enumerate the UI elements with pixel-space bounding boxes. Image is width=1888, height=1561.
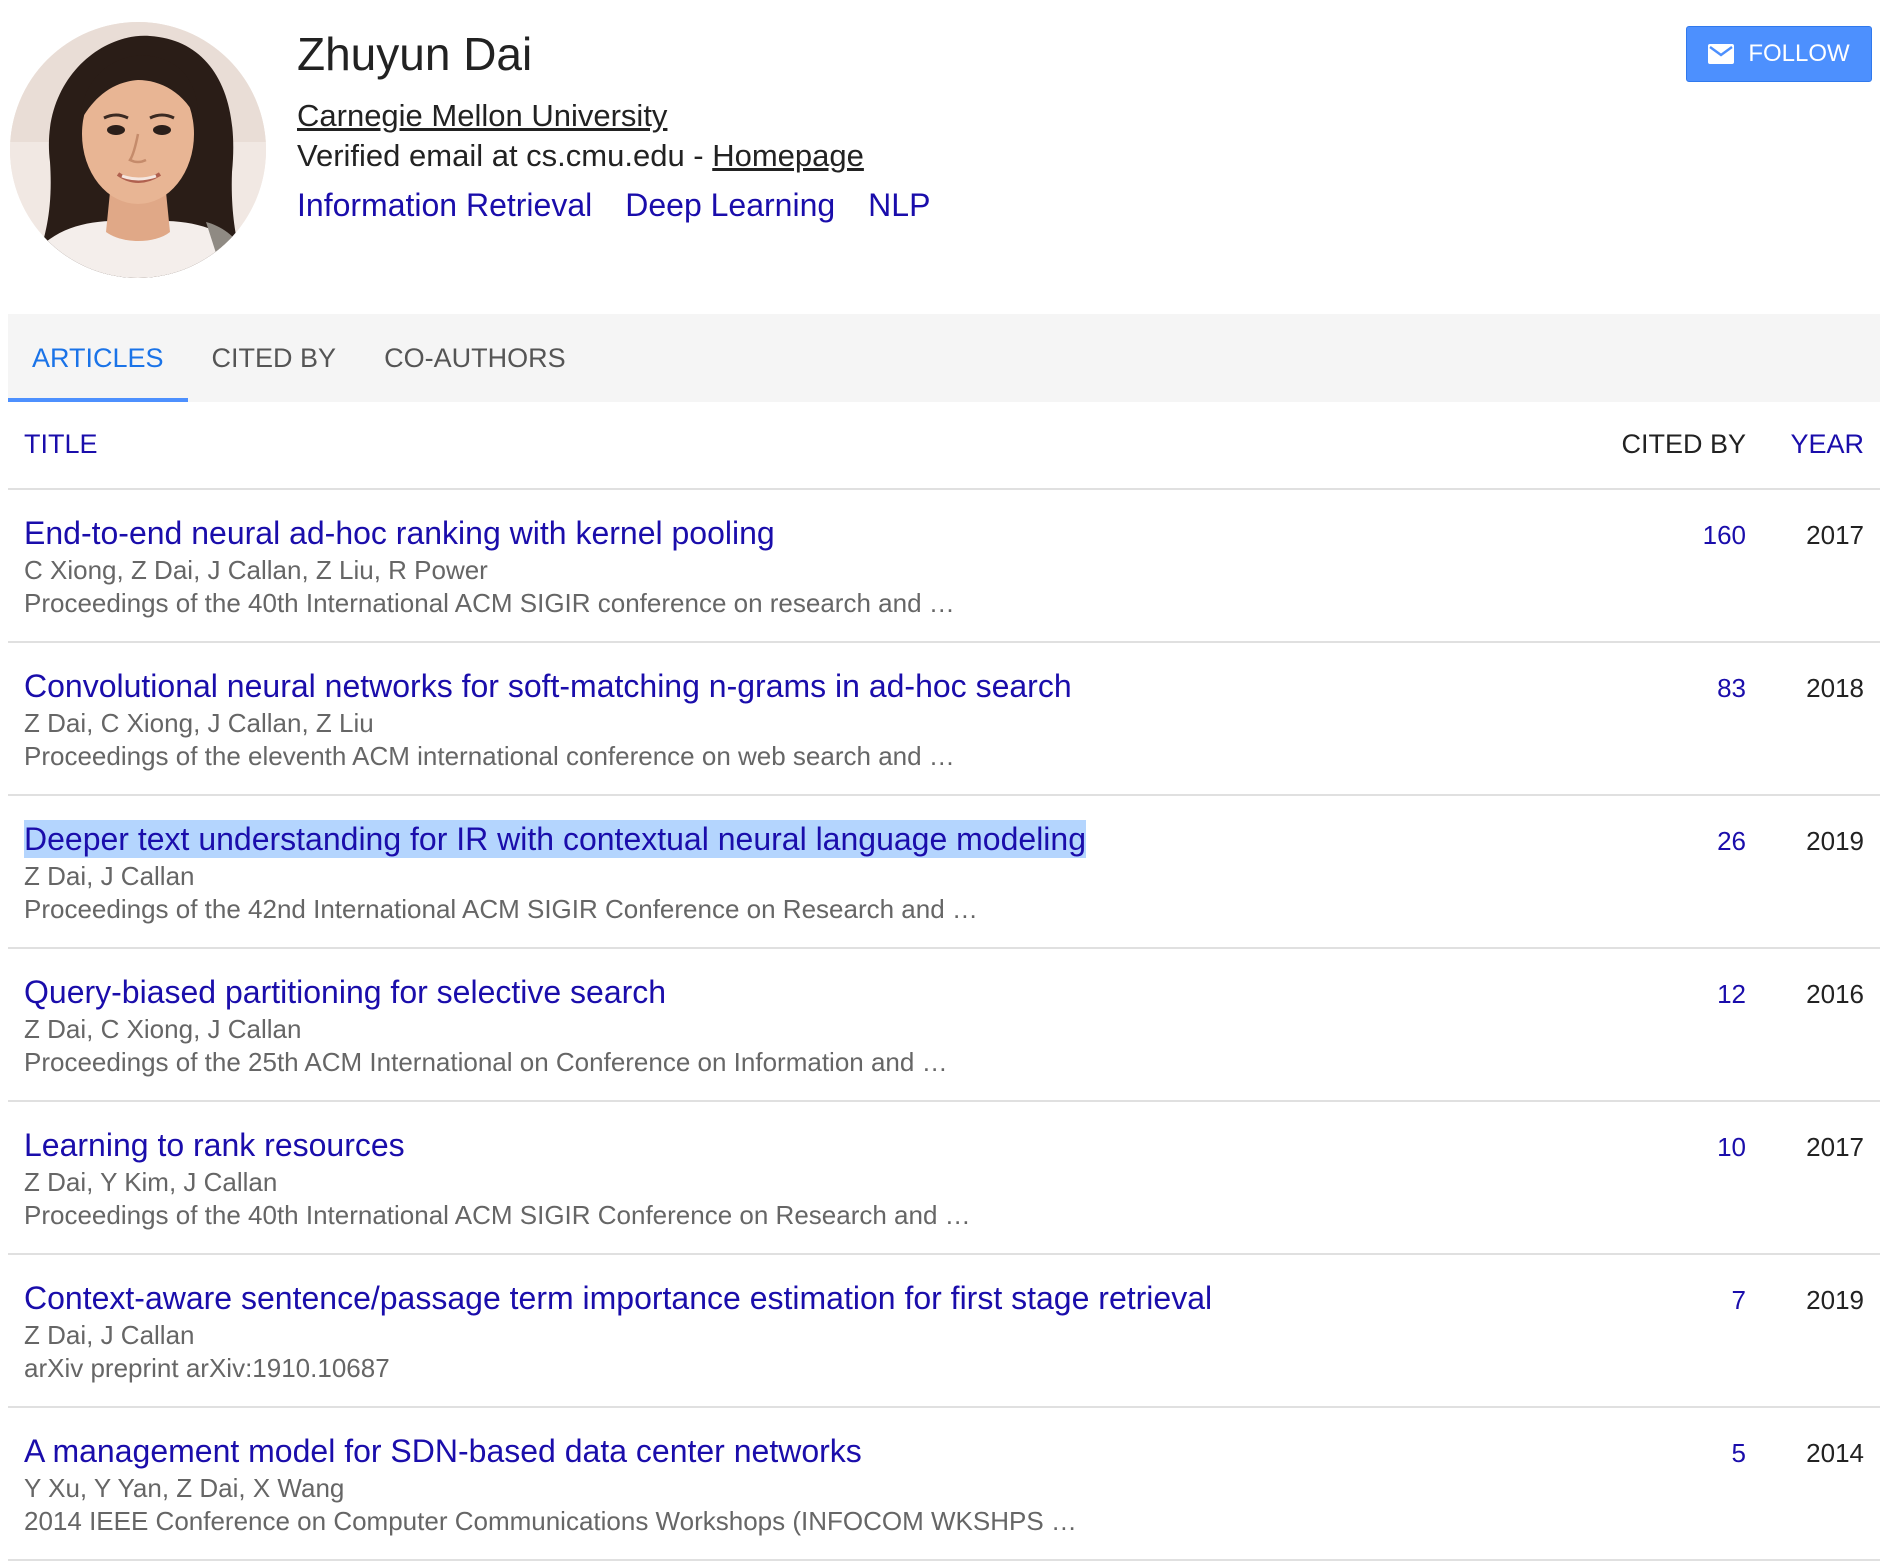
- article-venue: Proceedings of the 42nd International AC…: [24, 894, 978, 924]
- cited-by-count-link[interactable]: 12: [1717, 979, 1746, 1010]
- tab-co-authors[interactable]: CO-AUTHORS: [360, 314, 590, 402]
- article-venue: Proceedings of the 40th International AC…: [24, 588, 955, 618]
- follow-label: FOLLOW: [1748, 40, 1850, 67]
- interest-link-nlp[interactable]: NLP: [868, 184, 930, 226]
- affiliation-link[interactable]: Carnegie Mellon University: [297, 96, 667, 136]
- cited-by-count-link[interactable]: 10: [1717, 1132, 1746, 1163]
- interest-link-deep-learning[interactable]: Deep Learning: [625, 184, 835, 226]
- article-year: 2019: [1806, 1285, 1864, 1315]
- scholar-profile-page: Zhuyun Dai Carnegie Mellon University Ve…: [0, 0, 1888, 1561]
- article-authors: Z Dai, Y Kim, J Callan: [24, 1167, 278, 1197]
- article-authors: Y Xu, Y Yan, Z Dai, X Wang: [24, 1473, 345, 1503]
- article-year: 2014: [1806, 1438, 1864, 1468]
- envelope-icon: [1708, 44, 1735, 64]
- articles-table: TITLE CITED BY YEAR End-to-end neural ad…: [8, 402, 1880, 1561]
- article-year: 2018: [1806, 673, 1864, 703]
- article-authors: Z Dai, C Xiong, J Callan: [24, 1014, 302, 1044]
- cited-by-count-link[interactable]: 26: [1717, 826, 1746, 857]
- table-header: TITLE CITED BY YEAR: [8, 402, 1880, 490]
- article-authors: Z Dai, J Callan: [24, 1320, 195, 1350]
- sort-by-year-header[interactable]: YEAR: [1790, 429, 1864, 460]
- profile-header: Zhuyun Dai Carnegie Mellon University Ve…: [0, 0, 1888, 312]
- table-row: End-to-end neural ad-hoc ranking with ke…: [8, 490, 1880, 643]
- article-title-link[interactable]: Deeper text understanding for IR with co…: [24, 820, 1086, 858]
- article-year: 2016: [1806, 979, 1864, 1009]
- article-title-link[interactable]: Convolutional neural networks for soft-m…: [24, 667, 1072, 705]
- verified-email-line: Verified email at cs.cmu.edu - Homepage: [297, 136, 864, 176]
- follow-button[interactable]: FOLLOW: [1686, 26, 1872, 82]
- interest-link-information-retrieval[interactable]: Information Retrieval: [297, 184, 592, 226]
- cited-by-count-link[interactable]: 5: [1732, 1438, 1746, 1469]
- article-title-link[interactable]: Context-aware sentence/passage term impo…: [24, 1279, 1212, 1317]
- article-year: 2017: [1806, 520, 1864, 550]
- article-title-link[interactable]: Query-biased partitioning for selective …: [24, 973, 666, 1011]
- cited-by-count-link[interactable]: 160: [1703, 520, 1746, 551]
- cited-by-count-link[interactable]: 83: [1717, 673, 1746, 704]
- article-title-link[interactable]: Learning to rank resources: [24, 1126, 405, 1164]
- profile-name: Zhuyun Dai: [297, 28, 533, 80]
- table-row: Query-biased partitioning for selective …: [8, 949, 1880, 1102]
- tab-articles[interactable]: ARTICLES: [8, 314, 188, 402]
- article-year: 2017: [1806, 1132, 1864, 1162]
- sort-by-title-header[interactable]: TITLE: [24, 429, 98, 460]
- article-authors: C Xiong, Z Dai, J Callan, Z Liu, R Power: [24, 555, 488, 585]
- article-title-link[interactable]: A management model for SDN-based data ce…: [24, 1432, 862, 1470]
- avatar: [10, 22, 266, 278]
- research-interests: Information Retrieval Deep Learning NLP: [297, 184, 930, 226]
- table-row: A management model for SDN-based data ce…: [8, 1408, 1880, 1561]
- table-row: Convolutional neural networks for soft-m…: [8, 643, 1880, 796]
- profile-tabs: ARTICLES CITED BY CO-AUTHORS: [8, 314, 1880, 402]
- cited-by-header: CITED BY: [1621, 429, 1746, 459]
- article-year: 2019: [1806, 826, 1864, 856]
- avatar-portrait-icon: [10, 22, 266, 278]
- article-authors: Z Dai, C Xiong, J Callan, Z Liu: [24, 708, 374, 738]
- table-row: Learning to rank resources Z Dai, Y Kim,…: [8, 1102, 1880, 1255]
- tab-cited-by[interactable]: CITED BY: [188, 314, 361, 402]
- article-title-link[interactable]: End-to-end neural ad-hoc ranking with ke…: [24, 514, 775, 552]
- article-venue: arXiv preprint arXiv:1910.10687: [24, 1353, 390, 1383]
- article-venue: Proceedings of the 25th ACM Internationa…: [24, 1047, 948, 1077]
- article-venue: Proceedings of the eleventh ACM internat…: [24, 741, 955, 771]
- article-authors: Z Dai, J Callan: [24, 861, 195, 891]
- table-row: Deeper text understanding for IR with co…: [8, 796, 1880, 949]
- article-venue: Proceedings of the 40th International AC…: [24, 1200, 971, 1230]
- cited-by-count-link[interactable]: 7: [1732, 1285, 1746, 1316]
- article-venue: 2014 IEEE Conference on Computer Communi…: [24, 1506, 1077, 1536]
- table-row: Context-aware sentence/passage term impo…: [8, 1255, 1880, 1408]
- verified-email-text: Verified email at cs.cmu.edu -: [297, 138, 713, 173]
- homepage-link[interactable]: Homepage: [712, 138, 864, 173]
